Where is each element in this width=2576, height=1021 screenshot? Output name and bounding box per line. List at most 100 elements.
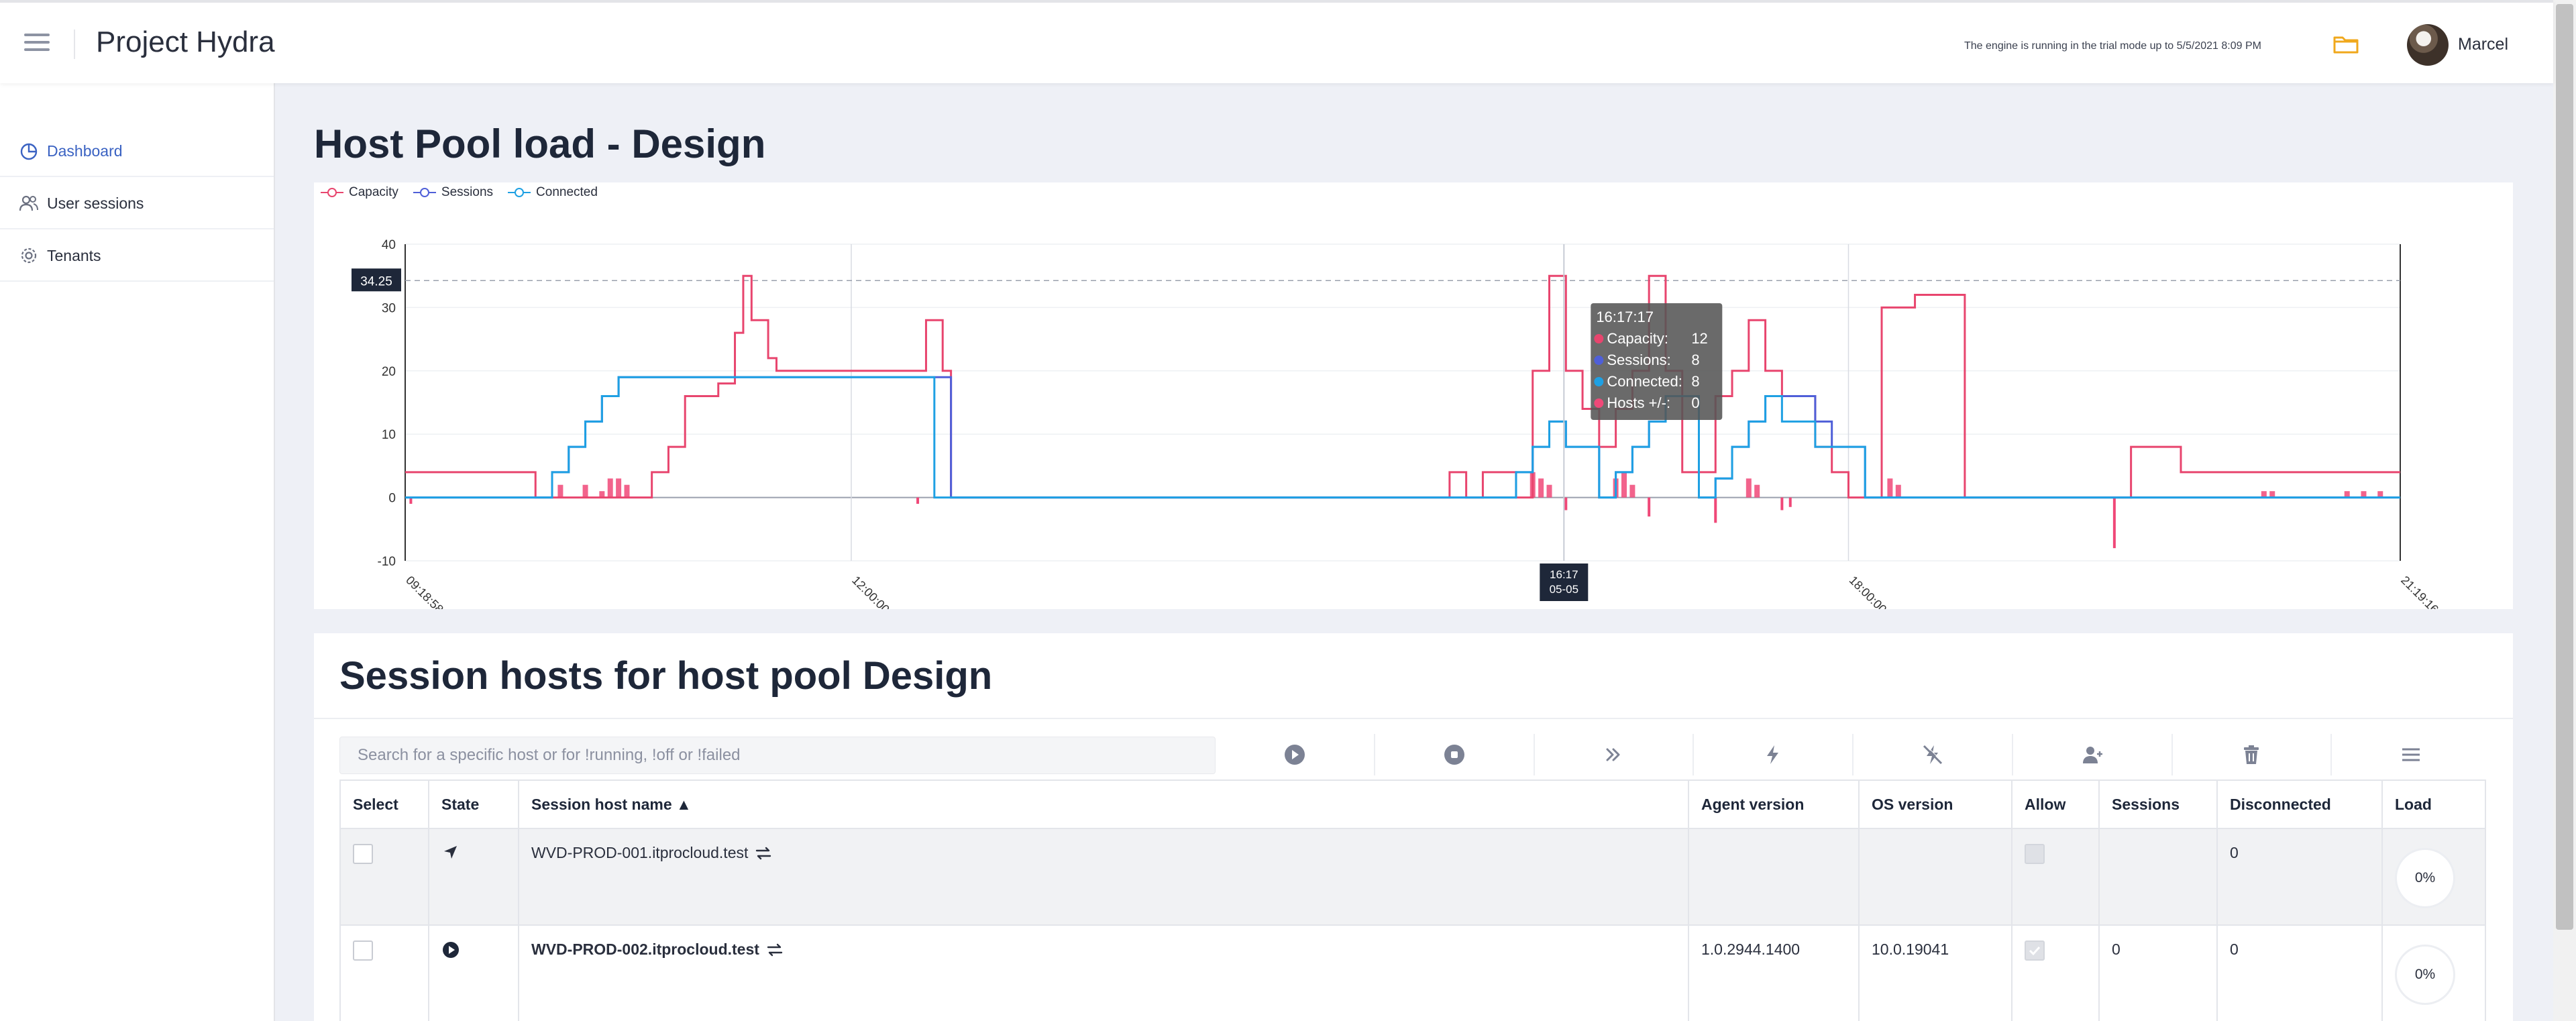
hosts-change-bar xyxy=(624,484,630,498)
host-name-cell: WVD-PROD-002.itprocloud.test xyxy=(518,924,1689,1021)
menu-icon xyxy=(2402,748,2420,761)
row-select-checkbox[interactable] xyxy=(353,844,373,864)
lightning-off-icon xyxy=(1923,744,1943,765)
hosts-change-bar xyxy=(1538,478,1544,498)
chart-plot[interactable]: 40 30 20 10 0 -10 09:18:58 12:00:00 18:00:00 21:1… xyxy=(314,182,2513,609)
sidebar-item-label: Tenants xyxy=(47,247,101,264)
hosts-change-bar xyxy=(582,484,588,498)
y-tick-label: 40 xyxy=(382,238,396,252)
os-version-cell: 10.0.19041 xyxy=(1858,924,2012,1021)
swap-icon[interactable] xyxy=(766,943,784,957)
os-version-cell xyxy=(1858,828,2012,926)
agent-version-cell xyxy=(1688,828,1860,926)
drain-button[interactable] xyxy=(1535,734,1695,775)
sidebar-item-tenants[interactable]: Tenants xyxy=(0,229,274,282)
tooltip-value: 8 xyxy=(1691,373,1699,390)
restart-button[interactable] xyxy=(1694,734,1854,775)
tooltip-value: 12 xyxy=(1691,330,1707,347)
top-header: Project Hydra The engine is running in t… xyxy=(0,0,2553,83)
session-hosts-panel: Session hosts for host pool Design Searc… xyxy=(314,633,2513,1021)
host-search-input[interactable] xyxy=(339,737,1216,774)
column-header-os-version[interactable]: OS version xyxy=(1858,780,2012,829)
column-header-disconnected[interactable]: Disconnected xyxy=(2216,780,2383,829)
check-icon xyxy=(2029,946,2041,956)
sidebar-item-label: User sessions xyxy=(47,195,144,212)
host-name[interactable]: WVD-PROD-002.itprocloud.test xyxy=(531,941,759,959)
row-select-checkbox[interactable] xyxy=(353,941,373,961)
session-hosts-table: Select State Session host name ▲ Agent v… xyxy=(339,780,2486,1021)
page-scrollbar-thumb[interactable] xyxy=(2556,4,2573,930)
page-title: Host Pool load - Design xyxy=(314,121,766,166)
column-header-allow[interactable]: Allow xyxy=(2011,780,2100,829)
running-icon xyxy=(443,942,459,958)
tooltip-marker xyxy=(1594,356,1604,365)
tooltip-marker xyxy=(1594,398,1604,408)
sessions-cell: 0 xyxy=(2098,924,2218,1021)
hosts-change-bar xyxy=(1629,484,1635,498)
hosts-change-bar xyxy=(1754,484,1760,498)
trash-icon xyxy=(2244,745,2259,764)
host-name-cell: WVD-PROD-001.itprocloud.test xyxy=(518,828,1689,926)
host-name[interactable]: WVD-PROD-001.itprocloud.test xyxy=(531,844,748,862)
stop-button[interactable] xyxy=(1375,734,1535,775)
load-indicator: 0% xyxy=(2395,848,2455,908)
column-header-select[interactable]: Select xyxy=(339,780,429,829)
sidebar-item-label: Dashboard xyxy=(47,142,123,160)
trial-notice: The engine is running in the trial mode … xyxy=(1964,40,2261,52)
column-header-session-host-name[interactable]: Session host name ▲ xyxy=(518,780,1689,829)
reference-label: 34.25 xyxy=(360,274,392,288)
more-menu-button[interactable] xyxy=(2332,734,2490,775)
user-avatar[interactable] xyxy=(2407,24,2449,66)
allow-new-sessions-checkbox[interactable] xyxy=(2025,844,2045,864)
lightning-icon xyxy=(1767,745,1779,764)
hosts-change-bar xyxy=(616,478,622,498)
divider xyxy=(314,718,2513,719)
disconnected-cell: 0 xyxy=(2216,828,2383,926)
pie-chart-icon xyxy=(20,143,38,160)
start-button[interactable] xyxy=(1216,734,1375,775)
hosts-change-bar xyxy=(1788,497,1792,507)
host-pool-load-chart: Capacity Sessions Connected 40 30 20 10 0 -10… xyxy=(314,182,2513,609)
host-actions-toolbar xyxy=(1216,734,2490,775)
tooltip-value: 8 xyxy=(1691,352,1699,368)
table-row[interactable]: WVD-PROD-001.itprocloud.test 0 0% xyxy=(339,828,2486,926)
x-tick-label: 18:00:00 xyxy=(1847,574,1890,609)
column-header-load[interactable]: Load xyxy=(2381,780,2486,829)
allow-cell xyxy=(2011,924,2100,1021)
state-cell xyxy=(428,924,519,1021)
load-indicator: 0% xyxy=(2395,945,2455,1005)
users-icon xyxy=(19,195,38,211)
disable-button[interactable] xyxy=(1854,734,2013,775)
gear-icon xyxy=(21,248,37,264)
hosts-change-bar xyxy=(1895,484,1901,498)
column-header-agent-version[interactable]: Agent version xyxy=(1688,780,1860,829)
table-row[interactable]: WVD-PROD-002.itprocloud.test 1.0.2944.14… xyxy=(339,924,2486,1021)
allow-new-sessions-checkbox[interactable] xyxy=(2025,941,2045,961)
hosts-change-bar xyxy=(1546,484,1552,498)
sidebar-item-dashboard[interactable]: Dashboard xyxy=(0,125,274,177)
tooltip-label: Hosts +/-: xyxy=(1607,394,1670,411)
tooltip-label: Sessions: xyxy=(1607,352,1670,368)
sidebar-item-user-sessions[interactable]: User sessions xyxy=(0,177,274,229)
user-name[interactable]: Marcel xyxy=(2458,35,2508,54)
tooltip-marker xyxy=(1594,334,1604,343)
delete-button[interactable] xyxy=(2173,734,2332,775)
tooltip-label: Connected: xyxy=(1607,373,1682,390)
assign-user-button[interactable] xyxy=(2013,734,2173,775)
session-hosts-title: Session hosts for host pool Design xyxy=(339,654,993,698)
folder-icon[interactable] xyxy=(2332,34,2359,55)
hosts-change-bar xyxy=(1564,497,1568,510)
swap-icon[interactable] xyxy=(755,846,772,861)
y-tick-label: 30 xyxy=(382,301,396,315)
hamburger-menu-icon[interactable] xyxy=(24,34,50,52)
hosts-change-bar xyxy=(2112,497,2116,549)
hosts-change-bar xyxy=(916,497,920,504)
column-header-state[interactable]: State xyxy=(428,780,519,829)
hosts-change-bar xyxy=(1621,472,1627,498)
allow-cell xyxy=(2011,828,2100,926)
series-line-capacity xyxy=(405,274,2400,499)
column-header-sessions[interactable]: Sessions xyxy=(2098,780,2218,829)
app-title: Project Hydra xyxy=(96,25,275,58)
state-cell xyxy=(428,828,519,926)
tooltip-label: Capacity: xyxy=(1607,330,1668,347)
